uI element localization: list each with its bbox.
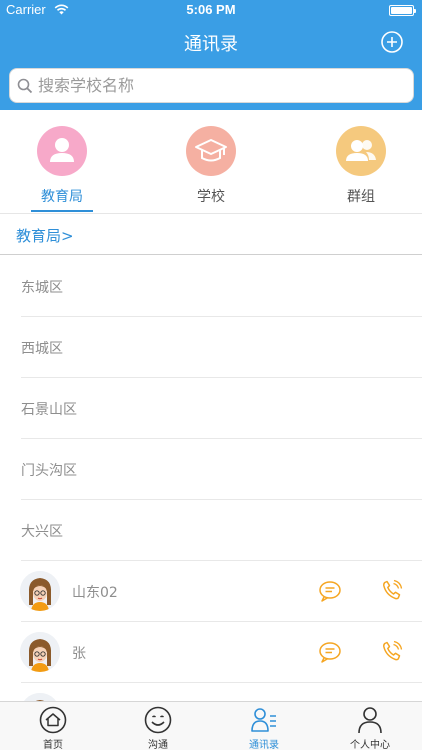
tab-label: 教育局 [41, 189, 83, 205]
smile-chat-icon [144, 706, 172, 734]
message-icon[interactable] [318, 641, 342, 663]
district-name: 西城区 [21, 341, 63, 357]
home-icon [39, 706, 67, 734]
tab-contacts[interactable]: 通讯录 [224, 705, 304, 750]
district-name: 东城区 [21, 280, 63, 296]
tab-label: 个人中心 [350, 740, 390, 750]
status-bar: Carrier 5:06 PM [0, 0, 422, 20]
avatar [20, 571, 60, 611]
tab-home[interactable]: 首页 [13, 705, 93, 750]
contact-row[interactable]: 张 [0, 622, 422, 683]
list-item-district[interactable]: 石景山区 [0, 378, 422, 439]
list-item-district[interactable]: 东城区 [0, 256, 422, 317]
contact-name: 张 [72, 646, 86, 662]
group-icon [336, 126, 386, 176]
tab-education-bureau[interactable]: 教育局 [12, 126, 112, 214]
district-name: 门头沟区 [21, 463, 77, 479]
phone-icon[interactable] [381, 640, 403, 662]
tab-chat[interactable]: 沟通 [118, 705, 198, 750]
tab-groups[interactable]: 群组 [311, 126, 411, 214]
tab-label: 学校 [197, 189, 225, 205]
graduation-cap-icon [186, 126, 236, 176]
search-box[interactable] [9, 68, 414, 103]
message-icon[interactable] [318, 580, 342, 602]
search-icon [17, 78, 33, 94]
district-name: 石景山区 [21, 402, 77, 418]
tab-label: 沟通 [148, 740, 168, 750]
bottom-tab-bar: 首页 沟通 通讯录 个人中心 [0, 701, 422, 750]
tab-label: 通讯录 [249, 740, 279, 750]
list-item-district[interactable]: 门头沟区 [0, 439, 422, 500]
battery-icon [389, 5, 416, 16]
tab-label: 群组 [347, 189, 375, 205]
breadcrumb[interactable]: 教育局> [0, 215, 422, 255]
phone-icon[interactable] [381, 579, 403, 601]
list-item-district[interactable]: 西城区 [0, 317, 422, 378]
page-title: 通讯录 [184, 34, 238, 55]
user-profile-icon [358, 707, 382, 734]
list-item-district[interactable]: 大兴区 [0, 500, 422, 561]
nav-bar: 通讯录 [0, 20, 422, 64]
contact-name: 山东02 [72, 585, 118, 601]
contact-row[interactable]: 山东02 [0, 561, 422, 622]
district-name: 大兴区 [21, 524, 63, 540]
category-tabs: 教育局 学校 群组 [0, 110, 422, 214]
person-icon [37, 126, 87, 176]
active-tab-indicator [31, 210, 93, 212]
breadcrumb-label: 教育局> [16, 227, 74, 245]
search-bar [0, 64, 422, 110]
search-input[interactable] [38, 69, 405, 102]
directory-list: 东城区 西城区 石景山区 门头沟区 大兴区 山东02 张 [0, 256, 422, 744]
tab-schools[interactable]: 学校 [161, 126, 261, 214]
plus-circle-icon[interactable] [380, 30, 404, 54]
avatar [20, 632, 60, 672]
contacts-icon [251, 708, 276, 732]
tab-label: 首页 [43, 740, 63, 750]
clock: 5:06 PM [186, 2, 236, 17]
tab-profile[interactable]: 个人中心 [330, 705, 410, 750]
